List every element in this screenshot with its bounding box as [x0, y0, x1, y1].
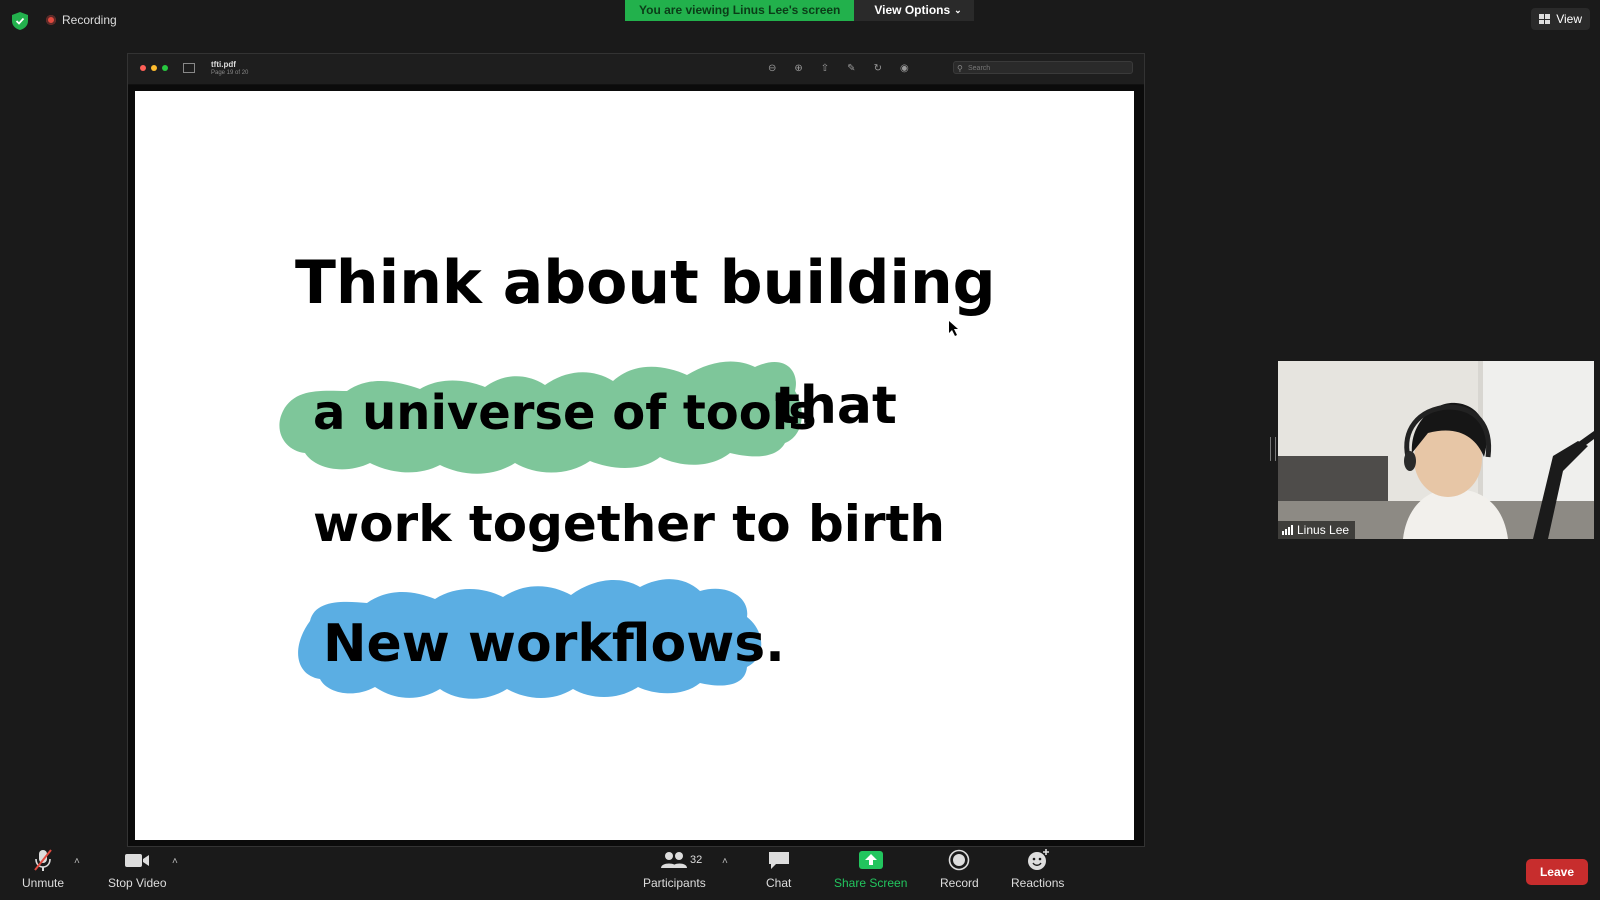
video-panel-drag-handle[interactable]: [1270, 437, 1276, 461]
share-screen-label: Share Screen: [834, 876, 908, 890]
grid-view-icon: [1539, 14, 1551, 24]
minimize-window-icon[interactable]: [151, 65, 157, 71]
chat-button[interactable]: Chat: [766, 848, 791, 890]
chat-bubble-icon: [767, 848, 791, 872]
unmute-button[interactable]: Unmute: [22, 848, 64, 890]
record-icon: [948, 848, 970, 872]
video-camera-icon: [123, 848, 151, 872]
participant-name-tag: Linus Lee: [1278, 521, 1356, 539]
muted-microphone-icon: [31, 848, 55, 872]
reactions-button[interactable]: Reactions: [1011, 848, 1064, 890]
participants-count: 32: [690, 854, 703, 866]
viewing-screen-banner: You are viewing Linus Lee's screen: [625, 0, 855, 21]
stop-video-button[interactable]: Stop Video: [108, 848, 167, 890]
view-button[interactable]: View: [1531, 8, 1590, 30]
slide-line-1: Think about building: [295, 248, 996, 318]
sidebar-toggle-icon[interactable]: [183, 63, 195, 73]
view-options-label: View Options: [874, 3, 951, 17]
document-title: tfti.pdf: [211, 60, 236, 69]
pdf-search-placeholder: Search: [968, 65, 991, 72]
view-label: View: [1556, 12, 1582, 26]
recording-indicator[interactable]: Recording: [46, 13, 117, 27]
participants-icon: [660, 848, 688, 872]
pdf-page: Think about building a universe of tools…: [135, 91, 1134, 840]
participant-video[interactable]: Linus Lee: [1278, 361, 1594, 539]
record-button[interactable]: Record: [940, 848, 979, 890]
slide-line-3: work together to birth: [313, 495, 945, 553]
zoom-window-icon[interactable]: [162, 65, 168, 71]
meeting-controls-bar: Unmute ˄ Stop Video ˄ Participants 32 ˄ …: [0, 848, 1600, 900]
shared-screen: tfti.pdf Page 19 of 20 ⊖ ⊕ ⇧ ✎ ↻ ◉ ⚲ Sea…: [127, 53, 1145, 847]
share-screen-button[interactable]: Share Screen: [834, 848, 907, 890]
rotate-icon[interactable]: ↻: [874, 63, 882, 74]
slide-canvas: Think about building a universe of tools…: [279, 248, 996, 699]
leave-button[interactable]: Leave: [1525, 859, 1588, 885]
markup-pen-icon[interactable]: ✎: [847, 63, 855, 74]
mouse-cursor-icon: [949, 321, 958, 336]
chevron-down-icon: ⌄: [954, 5, 962, 15]
pdf-search-field[interactable]: ⚲ Search: [953, 61, 1133, 74]
reactions-label: Reactions: [1011, 876, 1065, 890]
reactions-smiley-icon: [1026, 848, 1050, 872]
annotate-icon[interactable]: ◉: [900, 63, 909, 74]
participant-name: Linus Lee: [1297, 523, 1350, 537]
stop-video-label: Stop Video: [108, 876, 167, 890]
share-banner: You are viewing Linus Lee's screen View …: [625, 0, 974, 21]
video-frame: [1278, 361, 1594, 539]
pdf-viewer-toolbar: tfti.pdf Page 19 of 20 ⊖ ⊕ ⇧ ✎ ↻ ◉ ⚲ Sea…: [128, 54, 1144, 85]
window-controls: [140, 65, 168, 71]
share-screen-icon: [858, 848, 884, 872]
chat-label: Chat: [766, 876, 792, 890]
record-label: Record: [940, 876, 979, 890]
audio-options-caret-icon[interactable]: ˄: [74, 856, 80, 867]
page-indicator: Page 19 of 20: [211, 70, 249, 76]
security-shield-icon[interactable]: [12, 12, 28, 30]
search-icon: ⚲: [957, 64, 963, 73]
video-options-caret-icon[interactable]: ˄: [172, 856, 178, 867]
toolbar-icons: ⊖ ⊕ ⇧ ✎ ↻ ◉: [768, 63, 909, 74]
signal-strength-icon: [1282, 525, 1293, 535]
slide-line-4-highlight: New workflows.: [323, 614, 785, 674]
participants-label: Participants: [643, 876, 706, 890]
share-icon[interactable]: ⇧: [821, 63, 829, 74]
view-options-button[interactable]: View Options ⌄: [854, 0, 974, 21]
slide-line-2-rest: that: [775, 376, 897, 436]
close-window-icon[interactable]: [140, 65, 146, 71]
slide-line-2-highlight: a universe of tools: [313, 385, 817, 441]
zoom-out-icon[interactable]: ⊖: [768, 63, 776, 74]
recording-dot-icon: [46, 15, 56, 25]
unmute-label: Unmute: [22, 876, 65, 890]
zoom-in-icon[interactable]: ⊕: [794, 63, 802, 74]
recording-label: Recording: [62, 13, 117, 27]
participants-options-caret-icon[interactable]: ˄: [722, 856, 728, 867]
